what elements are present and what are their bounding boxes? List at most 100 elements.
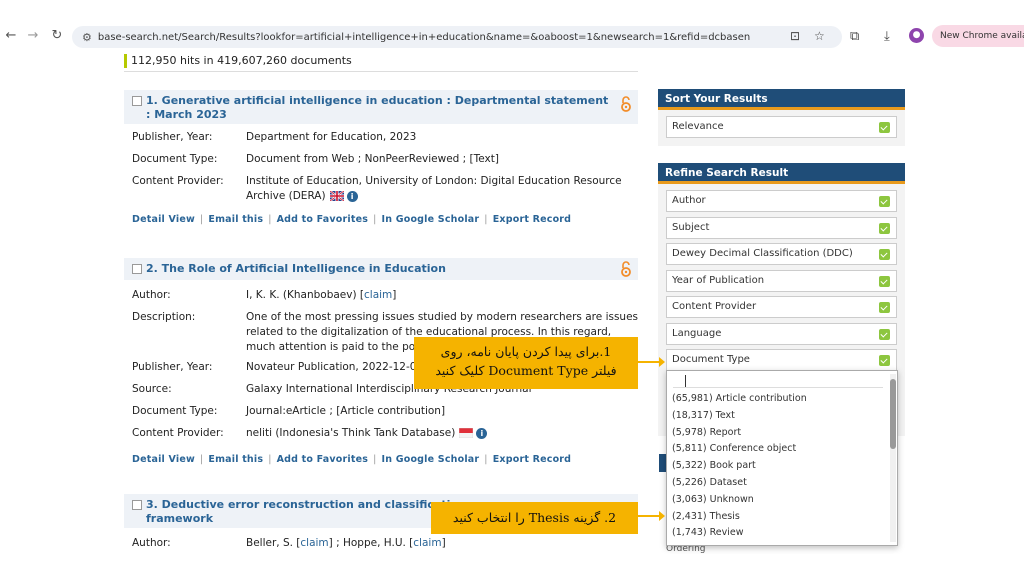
forward-icon[interactable]: → [22,28,44,43]
record-title[interactable]: 1. Generative artificial intelligence in… [132,94,610,122]
info-icon[interactable]: i [476,427,488,439]
indonesia-flag-icon [459,428,474,438]
facet-author[interactable]: Author [666,190,897,212]
option-article-contribution[interactable]: (65,981) Article contribution [671,391,885,408]
google-scholar-link[interactable]: In Google Scholar [382,214,480,225]
field-value: Journal:eArticle ; [Article contribution… [246,405,446,417]
field-label: Author: [132,289,171,301]
facet-ddc[interactable]: Dewey Decimal Classification (DDC) [666,243,897,265]
facet-subject[interactable]: Subject [666,216,897,239]
record-title[interactable]: 2. The Role of Artificial Intelligence i… [132,262,610,276]
google-scholar-link[interactable]: In Google Scholar [382,454,480,465]
extensions-icon[interactable]: ⧉ [850,29,859,44]
sort-value: Relevance [672,121,724,132]
bottom-strip [0,554,1024,576]
separator: | [373,214,377,225]
claim-link[interactable]: claim [300,537,328,549]
option-dataset[interactable]: (5,226) Dataset [671,475,885,492]
sort-body: Relevance [658,110,905,146]
callout-arrow-2 [638,511,665,521]
select-checkbox[interactable] [132,96,142,106]
dropdown-options: (65,981) Article contribution (18,317) T… [671,391,885,542]
option-review[interactable]: (1,743) Review [671,525,885,542]
detail-view-link[interactable]: Detail View [132,454,195,465]
field-provider: Content Provider: Institute of Education,… [124,174,638,210]
option-book-part[interactable]: (5,322) Book part [671,458,885,475]
profile-avatar[interactable]: ● [909,28,924,43]
dropdown-check-icon [879,328,890,340]
field-publisher: Publisher, Year: Department for Education… [124,130,638,152]
separator: | [373,454,377,465]
option-report[interactable]: (5,978) Report [671,425,885,442]
add-favorites-link[interactable]: Add to Favorites [277,454,368,465]
provider-text: Institute of Education, University of Lo… [246,175,622,202]
callout-step-1-line-2: فیلتر Document Type کلیک کنید [435,363,617,378]
field-value: Institute of Education, University of Lo… [246,174,638,204]
callout-step-2: 2. گزینه Thesis را انتخاب کنید [431,502,638,534]
field-value: neliti (Indonesia's Think Tank Database)… [246,426,638,441]
translate-icon[interactable]: ⊡ [790,29,800,43]
export-record-link[interactable]: Export Record [493,454,571,465]
select-checkbox[interactable] [132,500,142,510]
sort-panel: Sort Your Results Relevance [658,89,905,146]
claim-link[interactable]: claim [364,289,392,301]
option-thesis[interactable]: (2,431) Thesis [671,509,885,526]
dropdown-check-icon [879,196,890,207]
add-favorites-link[interactable]: Add to Favorites [277,214,368,225]
hits-count: 112,950 hits in 419,607,260 documents [124,54,352,68]
record-actions: Detail View | Email this | Add to Favorites |… [124,214,638,225]
option-conference-object[interactable]: (5,811) Conference object [671,441,885,458]
bookmark-star-icon[interactable]: ☆ [814,29,825,43]
claim-link-2[interactable]: claim [413,537,441,549]
info-icon[interactable]: i [346,190,358,202]
site-settings-icon[interactable]: ⚙ [82,31,92,44]
field-label: Source: [132,383,172,395]
field-value: Beller, S. [claim] ; Hoppe, H.U. [claim] [246,537,446,549]
download-icon[interactable]: ⤓ [884,29,890,44]
facet-label: Year of Publication [672,274,765,286]
field-label: Content Provider: [132,175,224,187]
facet-label: Content Provider [672,301,757,312]
email-link[interactable]: Email this [208,214,263,225]
field-label: Publisher, Year: [132,131,213,143]
separator: | [199,454,204,465]
record-header: 1. Generative artificial intelligence in… [124,90,638,124]
dropdown-search-input[interactable] [673,374,883,388]
back-icon[interactable]: ← [0,28,22,43]
author-name-2: ; Hoppe, H.U. [336,537,406,549]
option-unknown[interactable]: (3,063) Unknown [671,492,885,509]
document-type-dropdown[interactable]: (65,981) Article contribution (18,317) T… [666,370,898,546]
dropdown-check-icon [879,275,890,287]
separator: | [268,214,272,225]
dropdown-scroll-thumb[interactable] [890,379,896,449]
page-content: 112,950 hits in 419,607,260 documents 1.… [0,52,1024,554]
separator: | [268,454,272,465]
reload-icon[interactable]: ↻ [46,28,68,43]
callout-step-1: 1.برای پیدا کردن پایان نامه، روی فیلتر D… [414,337,638,389]
select-checkbox[interactable] [132,264,142,274]
result-record-1: 1. Generative artificial intelligence in… [124,90,638,225]
export-record-link[interactable]: Export Record [493,214,571,225]
facet-content-provider[interactable]: Content Provider [666,296,897,318]
facet-label: Author [672,195,706,206]
email-link[interactable]: Email this [208,454,263,465]
new-chrome-button[interactable]: New Chrome available [932,25,1024,47]
dropdown-check-icon [879,249,890,260]
open-access-icon [621,261,631,277]
dropdown-check-icon [879,222,890,234]
field-author: Author: Beller, S. [claim] ; Hoppe, H.U. … [124,536,638,554]
sort-select[interactable]: Relevance [666,116,897,138]
field-author: Author: I, K. K. (Khanbobaev) [claim] [124,288,638,310]
facet-label: Language [672,327,722,339]
facet-document-type[interactable]: Document Type [666,349,897,371]
option-text[interactable]: (18,317) Text [671,408,885,425]
detail-view-link[interactable]: Detail View [132,214,195,225]
facet-language[interactable]: Language [666,322,897,345]
field-doctype: Document Type: Journal:eArticle ; [Articl… [124,404,638,426]
facet-label: Subject [672,221,710,233]
separator: | [484,214,488,225]
dropdown-check-icon [879,302,890,313]
field-label: Author: [132,537,171,549]
facet-year[interactable]: Year of Publication [666,269,897,292]
address-bar[interactable]: ⚙ base-search.net/Search/Results?lookfor… [72,26,842,48]
